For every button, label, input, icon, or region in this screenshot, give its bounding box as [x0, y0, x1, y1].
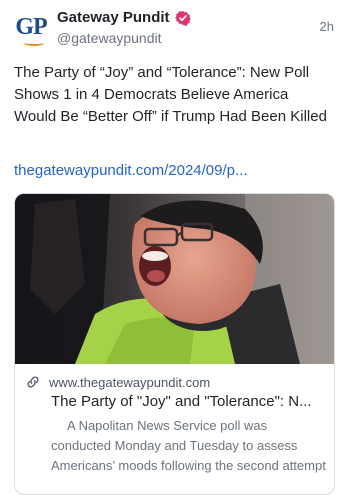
link-preview-card[interactable]: www.thegatewaypundit.com The Party of "J… [14, 193, 335, 495]
post-header: GP Gateway Pundit @gatewaypundit 2h [0, 0, 348, 60]
link-chain-icon [27, 376, 39, 388]
author-name[interactable]: Gateway Pundit [57, 9, 170, 26]
post-text: The Party of “Joy” and “Tolerance”: New … [14, 64, 327, 125]
link-domain-row: www.thegatewaypundit.com [25, 374, 210, 390]
verified-badge-icon [174, 10, 191, 26]
post-link[interactable]: thegatewaypundit.com/2024/09/p... [14, 160, 334, 182]
link-title[interactable]: The Party of "Joy" and "Tolerance": N... [51, 392, 326, 412]
author-handle[interactable]: @gatewaypundit [57, 30, 162, 46]
post-timestamp[interactable]: 2h [320, 19, 334, 34]
author-row: Gateway Pundit [57, 9, 191, 26]
avatar[interactable]: GP [14, 12, 48, 46]
link-domain: www.thegatewaypundit.com [49, 374, 211, 390]
link-preview-body: www.thegatewaypundit.com The Party of "J… [15, 364, 334, 494]
link-preview-image [15, 194, 334, 364]
avatar-logo-text: GP [15, 14, 47, 40]
avatar-swoosh [24, 40, 44, 46]
link-description: A Napolitan News Service poll was conduc… [51, 418, 326, 473]
